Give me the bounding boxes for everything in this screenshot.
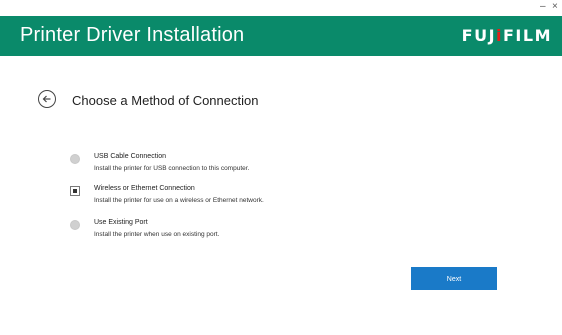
- back-button[interactable]: [38, 90, 56, 108]
- header-banner: Printer Driver Installation FUJiFILM: [0, 16, 562, 56]
- window-titlebar: – ×: [0, 0, 562, 16]
- brand-logo: FUJiFILM: [462, 25, 552, 47]
- option-description: Install the printer when use on existing…: [94, 231, 220, 238]
- radio-wireless-ethernet[interactable]: [70, 186, 80, 196]
- option-description: Install the printer for USB connection t…: [94, 165, 250, 172]
- brand-logo-part: FUJ: [461, 26, 497, 45]
- minimize-button[interactable]: –: [540, 1, 546, 13]
- radio-existing-port[interactable]: [70, 220, 80, 230]
- option-title: Wireless or Ethernet Connection: [94, 185, 195, 192]
- next-button[interactable]: Next: [411, 267, 497, 290]
- radio-usb-cable[interactable]: [70, 154, 80, 164]
- option-wireless-ethernet[interactable]: Wireless or Ethernet Connection Install …: [70, 184, 490, 212]
- brand-logo-dot: i: [496, 26, 503, 45]
- option-usb-cable[interactable]: USB Cable Connection Install the printer…: [70, 152, 490, 180]
- page-heading: Choose a Method of Connection: [72, 93, 259, 108]
- option-description: Install the printer for use on a wireles…: [94, 197, 264, 204]
- back-arrow-icon: [42, 95, 51, 103]
- option-title: USB Cable Connection: [94, 153, 166, 160]
- app-title: Printer Driver Installation: [20, 24, 245, 46]
- option-title: Use Existing Port: [94, 219, 148, 226]
- option-existing-port[interactable]: Use Existing Port Install the printer wh…: [70, 218, 490, 246]
- close-button[interactable]: ×: [552, 1, 558, 13]
- brand-logo-part: FILM: [503, 26, 552, 45]
